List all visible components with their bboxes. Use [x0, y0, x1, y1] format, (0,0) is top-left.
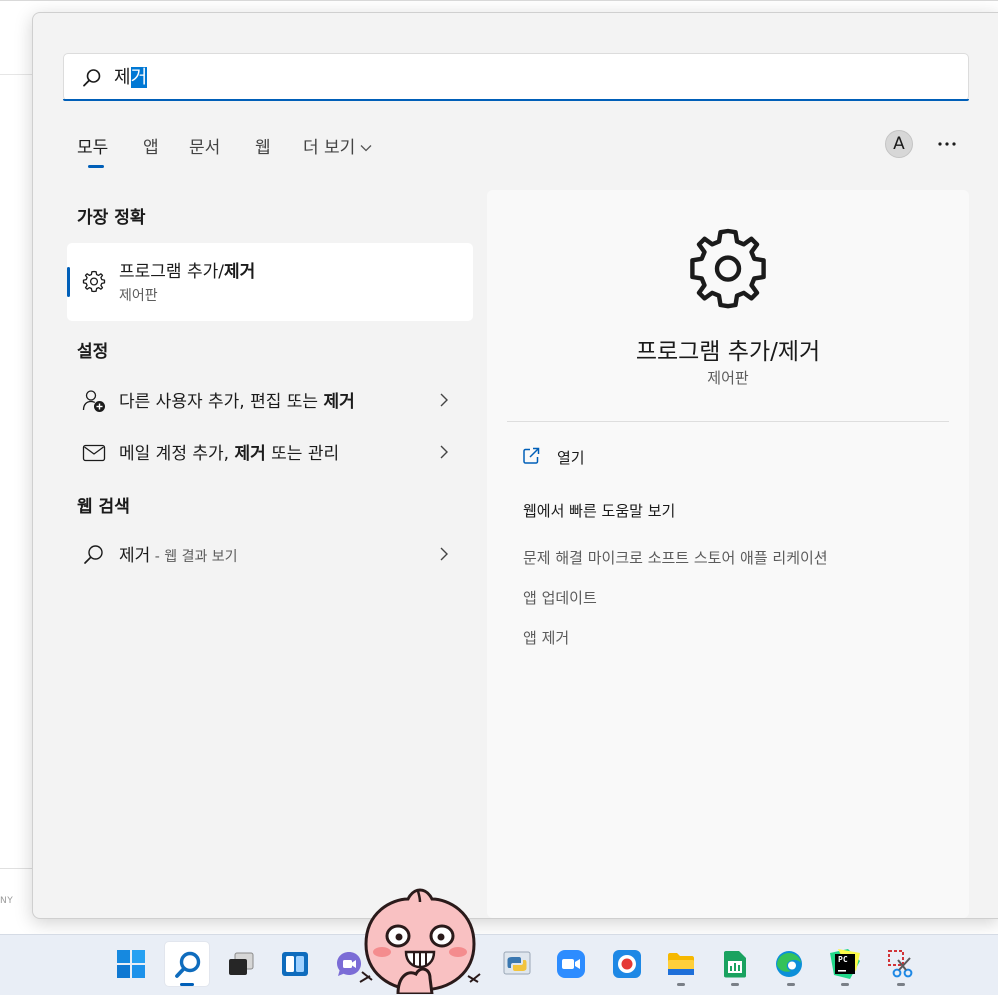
detail-pane: 프로그램 추가/제거 제어판 열기 웹에서 빠른 도움말 보기 문제 해결 마이…: [487, 190, 969, 918]
tab-all[interactable]: 모두: [77, 133, 108, 158]
web-search-heading: 웹 검색: [77, 497, 130, 517]
settings-item-add-users-text: 다른 사용자 추가, 편집 또는: [119, 392, 324, 412]
search-icon: [84, 545, 103, 564]
snipping-tool-icon: [888, 950, 913, 978]
tab-documents[interactable]: 문서: [189, 133, 220, 158]
taskbar-start-button[interactable]: [108, 941, 154, 987]
web-help-heading: 웹에서 빠른 도움말 보기: [523, 502, 676, 520]
tab-more-label: 더 보기: [303, 138, 356, 158]
detail-title: 프로그램 추가/제거: [635, 339, 821, 365]
taskbar-search-button[interactable]: [164, 941, 210, 987]
web-search-query: 제거: [119, 546, 151, 566]
chevron-down-icon: [360, 145, 372, 152]
best-match-title-text: 프로그램 추가/: [119, 262, 224, 282]
taskbar-running-indicator: [897, 983, 905, 986]
taskbar-spreadsheet-button[interactable]: [712, 941, 758, 987]
taskbar-snipping-tool-button[interactable]: [878, 941, 924, 987]
search-icon: [83, 69, 101, 87]
settings-item-mail-label: 메일 계정 추가, 제거 또는 관리: [119, 439, 339, 464]
task-view-icon: [229, 952, 254, 975]
open-label: 열기: [557, 449, 585, 467]
taskbar-active-indicator: [180, 983, 194, 986]
add-user-icon: [82, 390, 105, 412]
help-link-app-remove[interactable]: 앱 제거: [523, 627, 569, 648]
detail-subtitle: 제어판: [707, 369, 749, 387]
taskbar-pycharm-button[interactable]: PC: [822, 941, 868, 987]
more-options-button[interactable]: [931, 131, 963, 157]
settings-item-add-users-highlight: 제거: [323, 392, 355, 412]
taskbar-widgets-button[interactable]: [272, 941, 318, 987]
mail-icon: [82, 444, 106, 462]
tab-apps[interactable]: 앱: [143, 133, 159, 158]
open-external-icon: [523, 447, 540, 464]
chevron-right-icon: [440, 547, 448, 561]
gear-icon: [690, 228, 766, 309]
taskbar-running-indicator: [841, 983, 849, 986]
taskbar-running-indicator: [787, 983, 795, 986]
pycharm-label: PC: [838, 955, 848, 964]
taskbar-python-button[interactable]: [494, 941, 540, 987]
taskbar-task-view-button[interactable]: [218, 941, 264, 987]
help-link-troubleshoot-store[interactable]: 문제 해결 마이크로 소프트 스토어 애플 리케이션: [523, 547, 828, 568]
windows-logo-icon: [117, 950, 145, 978]
search-icon: [175, 951, 201, 978]
settings-item-mail-text-after: 또는 관리: [265, 444, 340, 464]
best-match-subtitle: 제어판: [119, 288, 158, 304]
best-match-heading: 가장 정확: [77, 208, 146, 228]
settings-heading: 설정: [77, 342, 109, 362]
settings-item-mail-text: 메일 계정 추가,: [119, 444, 235, 464]
selection-indicator: [67, 267, 70, 297]
peach-character-sticker: [359, 888, 481, 994]
widgets-icon: [282, 952, 308, 976]
taskbar-file-explorer-button[interactable]: [658, 941, 704, 987]
taskbar-running-indicator: [677, 983, 685, 986]
ellipsis-icon: [938, 142, 956, 146]
search-focus-underline: [63, 99, 969, 101]
search-query-selection: 거: [130, 67, 148, 88]
chevron-right-icon: [440, 445, 448, 459]
settings-item-mail-highlight: 제거: [234, 444, 266, 464]
background-divider-bottom: [0, 868, 32, 869]
folder-icon: [668, 953, 694, 975]
python-icon: [503, 951, 531, 975]
spreadsheet-icon: [724, 951, 746, 978]
search-query: 제거: [114, 66, 148, 90]
taskbar-zoom-button[interactable]: [548, 941, 594, 987]
tab-more[interactable]: 더 보기: [303, 133, 372, 158]
web-search-suffix: - 웹 결과 보기: [150, 549, 238, 565]
settings-item-add-users[interactable]: 다른 사용자 추가, 편집 또는 제거: [67, 377, 473, 423]
background-divider: [0, 74, 32, 75]
taskbar-running-indicator: [731, 983, 739, 986]
taskbar: PC: [0, 934, 998, 995]
settings-item-add-users-label: 다른 사용자 추가, 편집 또는 제거: [119, 387, 355, 412]
background-window-edge: [0, 0, 998, 1]
best-match-result[interactable]: 프로그램 추가/제거 제어판: [67, 243, 473, 321]
search-query-text: 제: [114, 67, 131, 88]
edge-icon: [776, 951, 802, 977]
tab-web[interactable]: 웹: [255, 133, 271, 158]
web-search-result[interactable]: 제거 - 웹 결과 보기: [67, 531, 473, 577]
best-match-title-highlight: 제거: [223, 262, 256, 282]
gear-icon: [82, 270, 106, 293]
detail-divider: [507, 421, 949, 422]
taskbar-edge-button[interactable]: [766, 941, 812, 987]
help-link-app-update[interactable]: 앱 업데이트: [523, 587, 597, 608]
taskbar-recorder-button[interactable]: [604, 941, 650, 987]
settings-item-mail-accounts[interactable]: 메일 계정 추가, 제거 또는 관리: [67, 429, 473, 475]
zoom-icon: [557, 950, 585, 978]
background-corner-text: NY: [0, 896, 14, 906]
search-input[interactable]: 제거: [63, 53, 969, 101]
search-panel: 제거 모두 앱 문서 웹 더 보기 A 가장 정확 프로그램 추가/제거 제어판…: [32, 12, 998, 919]
account-avatar[interactable]: A: [885, 130, 913, 158]
active-tab-indicator: [88, 165, 104, 168]
chevron-right-icon: [440, 393, 448, 407]
pycharm-icon: [830, 949, 860, 979]
best-match-title: 프로그램 추가/제거: [119, 257, 255, 282]
web-search-label: 제거 - 웹 결과 보기: [119, 541, 238, 566]
record-icon: [613, 950, 641, 978]
